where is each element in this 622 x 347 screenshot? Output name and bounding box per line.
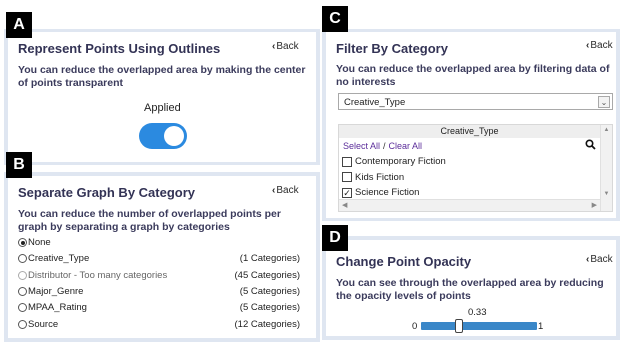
link-separator: / [383, 141, 386, 151]
panel-title: Represent Points Using Outlines [18, 41, 221, 56]
category-select[interactable]: Creative_Type ⌄ [338, 93, 613, 110]
radio-button[interactable] [18, 319, 27, 329]
radio-label: Distributor - Too many categories [28, 269, 168, 281]
radio-button[interactable] [18, 238, 27, 247]
category-radio-option[interactable]: Major_Genre (5 Categories) [18, 285, 300, 298]
panel-label-b: B [6, 152, 32, 178]
scroll-right-icon[interactable]: ▶ [592, 201, 597, 209]
panel-label-d: D [322, 225, 348, 251]
category-list: Creative_Type Select All / Clear All Conte… [338, 124, 613, 212]
radio-label: None [28, 237, 51, 248]
back-button[interactable]: ‹Back [586, 40, 613, 51]
select-value: Creative_Type [344, 97, 406, 108]
panel-description: You can see through the overlapped area … [336, 277, 604, 302]
radio-label: Creative_Type [28, 253, 90, 265]
category-radio-option[interactable]: Source (12 Categories) [18, 318, 300, 331]
clear-all-link[interactable]: Clear All [389, 141, 423, 151]
category-radio-option[interactable]: Creative_Type (1 Categories) [18, 252, 300, 265]
category-radio-option[interactable]: None [18, 236, 300, 249]
category-checkbox-item[interactable]: Kids Fiction [342, 171, 404, 184]
back-label: Back [276, 41, 299, 52]
toggle-knob [164, 126, 184, 146]
checkbox-label: Science Fiction [355, 187, 420, 198]
panel-title: Separate Graph By Category [18, 185, 196, 200]
chevron-left-icon: ‹ [586, 40, 590, 51]
list-header: Creative_Type [339, 125, 600, 138]
radio-label: Source [28, 318, 59, 330]
radio-label: MPAA_Rating [28, 302, 87, 314]
category-radio-option[interactable]: MPAA_Rating (5 Categories) [18, 301, 300, 314]
scroll-up-icon[interactable]: ▲ [601, 127, 612, 133]
scroll-down-icon[interactable]: ▼ [601, 191, 612, 197]
panel-description: You can reduce the number of overlapped … [18, 208, 281, 233]
panel-opacity: Change Point Opacity ‹Back You can see t… [326, 240, 616, 336]
radio-button[interactable] [18, 254, 27, 264]
checkbox-label: Contemporary Fiction [355, 156, 446, 167]
radio-button[interactable] [18, 286, 27, 296]
chevron-left-icon: ‹ [586, 254, 590, 265]
radio-button[interactable] [18, 303, 27, 313]
search-icon[interactable] [585, 139, 596, 153]
opacity-slider-track[interactable] [421, 322, 537, 330]
category-count: (45 Categories) [234, 269, 300, 281]
panel-title: Filter By Category [336, 41, 448, 56]
outline-toggle[interactable] [139, 123, 187, 149]
horizontal-scrollbar[interactable]: ◀ ▶ [339, 199, 600, 211]
checkbox[interactable] [342, 172, 352, 182]
back-button[interactable]: ‹Back [272, 41, 299, 52]
applied-label: Applied [144, 102, 181, 114]
panel-description: You can reduce the overlapped area by fi… [336, 63, 610, 88]
select-all-link[interactable]: Select All [343, 141, 380, 151]
opacity-slider-thumb[interactable] [455, 319, 464, 333]
checkbox-checked[interactable]: ✓ [342, 187, 352, 198]
category-checkbox-item[interactable]: ✓ Science Fiction [342, 186, 419, 199]
chevron-left-icon: ‹ [272, 185, 276, 196]
panel-label-a: A [6, 12, 32, 38]
category-count: (5 Categories) [239, 285, 300, 297]
select-clear-links: Select All / Clear All [343, 141, 422, 151]
scroll-left-icon[interactable]: ◀ [342, 201, 347, 209]
radio-label: Major_Genre [28, 285, 84, 297]
panel-description: You can reduce the overlapped area by ma… [18, 64, 306, 89]
back-button[interactable]: ‹Back [272, 185, 299, 196]
back-label: Back [276, 185, 299, 196]
category-count: (1 Categories) [239, 253, 300, 265]
panel-separate-graph: Separate Graph By Category ‹Back You can… [8, 176, 316, 338]
panel-filter-category: Filter By Category ‹Back You can reduce … [326, 32, 616, 218]
category-count: (5 Categories) [239, 302, 300, 314]
checkbox-label: Kids Fiction [355, 171, 405, 183]
category-count: (12 Categories) [234, 318, 300, 330]
vertical-scrollbar[interactable]: ▲ ▼ [600, 125, 612, 211]
panel-title: Change Point Opacity [336, 254, 472, 269]
chevron-down-icon[interactable]: ⌄ [598, 96, 610, 108]
back-label: Back [590, 254, 613, 265]
slider-min-label: 0 [412, 321, 418, 332]
radio-button [18, 270, 27, 280]
panel-outlines: Represent Points Using Outlines ‹Back Yo… [8, 32, 316, 162]
slider-max-label: 1 [538, 321, 544, 332]
chevron-left-icon: ‹ [272, 41, 276, 52]
slider-value: 0.33 [468, 307, 487, 318]
category-checkbox-item[interactable]: Contemporary Fiction [342, 155, 446, 168]
back-button[interactable]: ‹Back [586, 254, 613, 265]
panel-label-c: C [322, 6, 348, 32]
checkbox[interactable] [342, 156, 352, 167]
back-label: Back [590, 40, 613, 51]
category-radio-option: Distributor - Too many categories (45 Cat… [18, 269, 300, 282]
